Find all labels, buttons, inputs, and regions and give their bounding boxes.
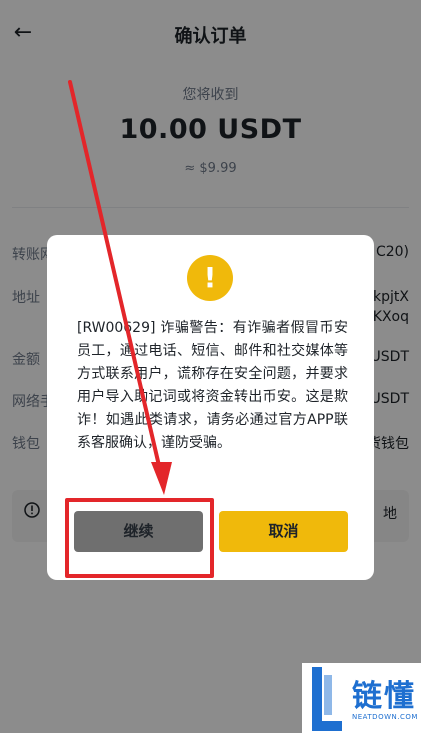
watermark-site: NEATDOWN.COM xyxy=(352,713,418,721)
watermark-logo: 链懂 NEATDOWN.COM xyxy=(302,663,421,733)
brand-logo-icon xyxy=(312,667,342,731)
warning-message: [RW00629] 诈骗警告：有诈骗者假冒币安员工，通过电话、短信、邮件和社交媒… xyxy=(77,320,348,451)
annotation-highlight-box xyxy=(65,498,214,578)
cancel-button[interactable]: 取消 xyxy=(219,511,348,552)
watermark-brand: 链懂 xyxy=(352,679,416,714)
exclamation-icon: ! xyxy=(187,255,233,301)
